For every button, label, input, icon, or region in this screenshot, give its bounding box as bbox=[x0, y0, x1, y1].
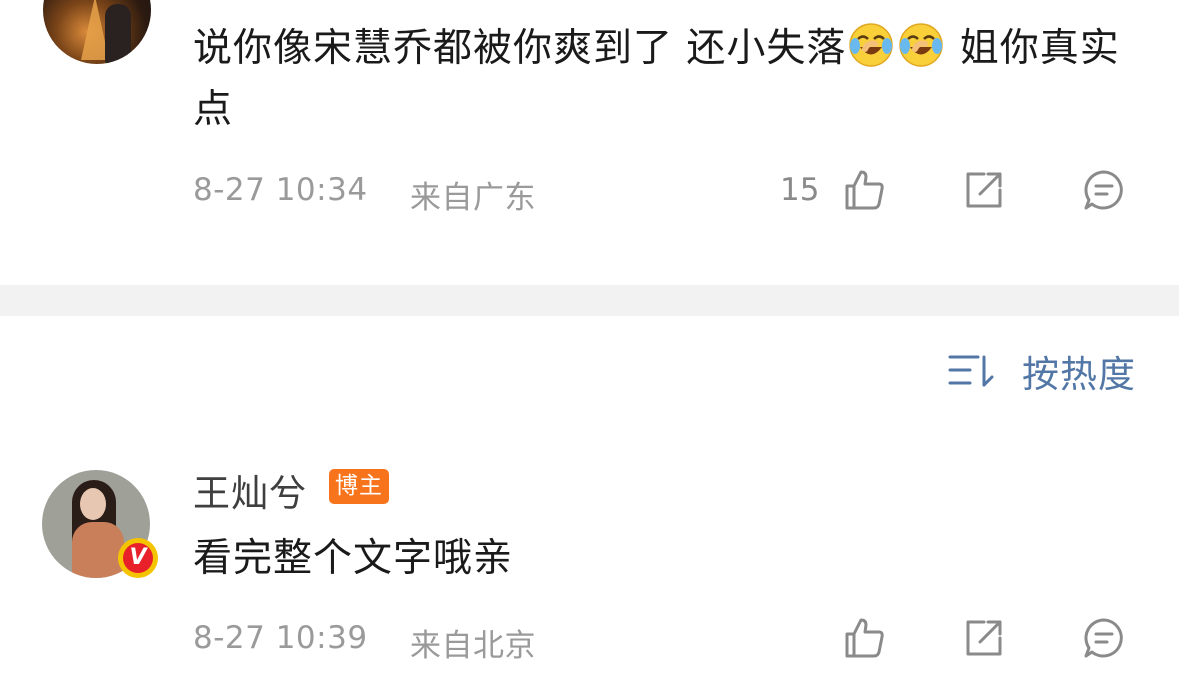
sort-label: 按热度 bbox=[1022, 353, 1136, 396]
comment-time: 8-27 10:39 bbox=[193, 620, 368, 656]
comment-text: 看完整个文字哦亲 bbox=[193, 536, 514, 581]
comment-location: 来自北京 bbox=[410, 628, 536, 664]
laughing-crying-emoji-icon bbox=[849, 23, 894, 67]
thumbs-up-icon[interactable] bbox=[843, 168, 887, 212]
sort-toggle[interactable]: 按热度 bbox=[948, 346, 1136, 396]
share-icon[interactable] bbox=[962, 168, 1006, 212]
like-count: 15 bbox=[780, 172, 820, 208]
thumbs-up-icon[interactable] bbox=[843, 616, 887, 660]
author-badge: 博主 bbox=[329, 469, 389, 504]
comment-icon[interactable] bbox=[1082, 168, 1126, 212]
comment-location: 来自广东 bbox=[410, 180, 536, 216]
section-divider bbox=[0, 285, 1179, 316]
laughing-crying-emoji-icon bbox=[899, 23, 944, 67]
username[interactable]: 王灿兮 bbox=[193, 463, 307, 517]
comment-text: 说你像宋慧乔都被你爽到了 还小失落 姐你真实点 bbox=[193, 18, 1133, 140]
avatar-image bbox=[80, 488, 106, 520]
verified-badge-icon: V bbox=[118, 538, 158, 578]
sort-icon bbox=[948, 355, 994, 387]
comment-time: 8-27 10:34 bbox=[193, 172, 368, 208]
comment-icon[interactable] bbox=[1082, 616, 1126, 660]
avatar[interactable] bbox=[43, 0, 151, 64]
share-icon[interactable] bbox=[962, 616, 1006, 660]
comment-list: 说你像宋慧乔都被你爽到了 还小失落 姐你真实点 8-27 10:34 来自广东 … bbox=[0, 0, 1179, 677]
